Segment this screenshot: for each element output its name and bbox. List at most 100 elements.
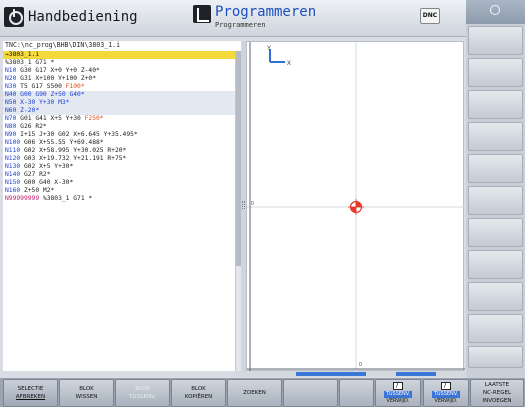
program-line-text: N90 (5, 131, 17, 138)
program-line-text: N80 (5, 123, 17, 130)
program-line[interactable]: N99999999 %3803_1 G71 * (3, 195, 235, 203)
vertical-softkey-1[interactable] (468, 26, 523, 55)
program-line-text: N120 (5, 155, 21, 162)
graphics-h-scrollbar[interactable] (236, 371, 466, 377)
program-line[interactable]: N30 T5 G17 S500 F100* (3, 83, 235, 91)
splitter-grip-icon[interactable] (242, 201, 245, 209)
program-line[interactable]: N60 Z-20* (3, 107, 235, 115)
program-line-text: G30 G17 X+0 Y+0 Z-40* (16, 67, 100, 74)
program-line-text: %3803_1 G71 * (5, 59, 55, 66)
softkey-4[interactable]: BLOK KOPIËREN (171, 379, 226, 407)
softkey-label: AFBREKEN (15, 394, 46, 400)
softkey-label: TUSSENV. (129, 394, 156, 400)
machine-mode[interactable]: Handbediening (4, 7, 138, 27)
manual-operation-icon (4, 7, 24, 27)
vertical-softkey-8[interactable] (468, 250, 523, 279)
edit-icon (393, 381, 403, 390)
program-line-text: G26 R2* (16, 123, 47, 130)
program-line-text: N60 Z-20* (5, 107, 40, 114)
program-line[interactable]: N140 G27 R2* (3, 171, 235, 179)
program-line-text: N50 X-30 Y+30 M3* (5, 99, 70, 106)
softkey-label: VERWIJD. (434, 397, 458, 404)
program-line[interactable]: N130 G02 X+5 Y+30* (3, 163, 235, 171)
program-line[interactable]: N40 G00 G90 Z+50 G40* (3, 91, 235, 99)
datum-icon (348, 199, 364, 215)
softkey-10[interactable]: LAATSTE NC-REGEL INVOEGEN (470, 379, 524, 407)
softkey-label: LAATSTE (484, 382, 510, 388)
softkey-label: INVOEGEN (482, 398, 512, 404)
softkey-label: BLOK (79, 386, 94, 392)
mode-header: Handbediening Programmeren Programmeren … (0, 0, 466, 37)
program-line[interactable]: %3803_1 G71 * (3, 59, 235, 67)
program-line[interactable]: N90 I+15 J+30 G02 X+6.645 Y+35.495* (3, 131, 235, 139)
softkey-1[interactable]: SELECTIE AFBREKEN (3, 379, 58, 407)
program-line-text: G02 X+5 Y+30* (20, 163, 74, 170)
program-line[interactable]: N150 G00 G40 X-30* (3, 179, 235, 187)
program-editor[interactable]: TNC:\nc_prog\BHB\DIN\3803_1.i →3803_1.i … (3, 41, 241, 371)
softkey-label: WISSEN (75, 394, 98, 400)
vertical-softkey-3[interactable] (468, 90, 523, 119)
program-line-text: N150 (5, 179, 21, 186)
program-line-text: G01 G41 X+5 Y+30 (16, 115, 85, 122)
programming-mode[interactable]: Programmeren Programmeren (193, 4, 316, 34)
program-line[interactable]: N70 G01 G41 X+5 Y+30 F250* (3, 115, 235, 123)
program-line-text: N70 (5, 115, 17, 122)
softkey-label: VERWIJD. (386, 397, 410, 404)
program-line-text: F250* (84, 115, 104, 122)
programming-mode-sublabel: Programmeren (215, 21, 266, 29)
program-line-text: T5 G17 S500 (16, 83, 66, 90)
program-path: TNC:\nc_prog\BHB\DIN\3803_1.i (5, 41, 121, 49)
program-line[interactable]: N100 G06 X+55.55 Y+69.488* (3, 139, 235, 147)
origin-label: 0 (251, 201, 254, 207)
program-line-text: N110 (5, 147, 21, 154)
programming-icon (193, 5, 211, 23)
vertical-softkey-5[interactable] (468, 154, 523, 183)
graphics-view[interactable]: Y X 0 0 (246, 41, 465, 372)
graphics-canvas: Y X 0 0 (247, 42, 465, 372)
program-line-text: F100* (65, 83, 85, 90)
vertical-softkey-9[interactable] (468, 282, 523, 311)
program-line[interactable]: N120 G03 X+19.732 Y+21.191 R+75* (3, 155, 235, 163)
softkey-8[interactable]: TUSSENV.VERWIJD. (375, 379, 421, 407)
program-line-text: I+15 J+30 G02 X+6.645 Y+35.495* (16, 131, 138, 138)
softkey-label: TUSSENV. (383, 390, 413, 398)
softkey-2[interactable]: BLOK WISSEN (59, 379, 114, 407)
softkey-9[interactable]: TUSSENV.VERWIJD. (423, 379, 469, 407)
program-line[interactable]: N80 G26 R2* (3, 123, 235, 131)
softkey-label: NC-REGEL (482, 390, 512, 396)
program-line-text: N140 (5, 171, 21, 178)
program-line[interactable]: N10 G30 G17 X+0 Y+0 Z-40* (3, 67, 235, 75)
softkey-3[interactable]: BLOK TUSSENV. (115, 379, 170, 407)
program-line-text: G27 R2* (20, 171, 51, 178)
program-line[interactable]: N110 G02 X+58.995 Y+30.025 R+20* (3, 147, 235, 155)
current-file-line[interactable]: →3803_1.i (3, 51, 235, 59)
vertical-softkey-4[interactable] (468, 122, 523, 151)
program-line-text: N40 G00 G90 Z+50 G40* (5, 91, 85, 98)
vertical-softkey-11[interactable] (468, 346, 523, 368)
program-line[interactable]: N160 Z+50 M2* (3, 187, 235, 195)
vertical-softkey-6[interactable] (468, 186, 523, 215)
vertical-softkey-2[interactable] (468, 58, 523, 87)
softkey-7[interactable] (339, 379, 374, 407)
program-line-text: G03 X+19.732 Y+21.191 R+75* (20, 155, 127, 162)
programming-mode-label: Programmeren (215, 4, 317, 20)
graphics-h-scrollbar-thumb[interactable] (296, 372, 366, 376)
softkey-label: BLOK (191, 386, 206, 392)
softkey-label: SELECTIE (17, 386, 44, 392)
softkey-6[interactable] (283, 379, 338, 407)
program-line-text: N30 (5, 83, 17, 90)
softkey-5[interactable]: ZOEKEN (227, 379, 282, 407)
program-line[interactable]: N50 X-30 Y+30 M3* (3, 99, 235, 107)
vertical-softkey-10[interactable] (468, 314, 523, 343)
graphics-h-scrollbar-thumb-2[interactable] (396, 372, 436, 376)
vertical-softkey-7[interactable] (468, 218, 523, 247)
program-line-text: N99999999 (5, 195, 40, 202)
program-line-text: Z+50 M2* (20, 187, 55, 194)
scroll-min-label: 0 (359, 362, 362, 368)
program-line[interactable]: N20 G31 X+100 Y+100 Z+0* (3, 75, 235, 83)
program-line-text: G00 G40 X-30* (20, 179, 74, 186)
softkey-bar: SELECTIE AFBREKEN BLOK WISSEN BLOK TUSSENV. BL… (0, 378, 525, 407)
program-line-text: G31 X+100 Y+100 Z+0* (16, 75, 96, 82)
softkey-label: KOPIËREN (184, 394, 213, 400)
softkey-label: ZOEKEN (243, 390, 266, 396)
